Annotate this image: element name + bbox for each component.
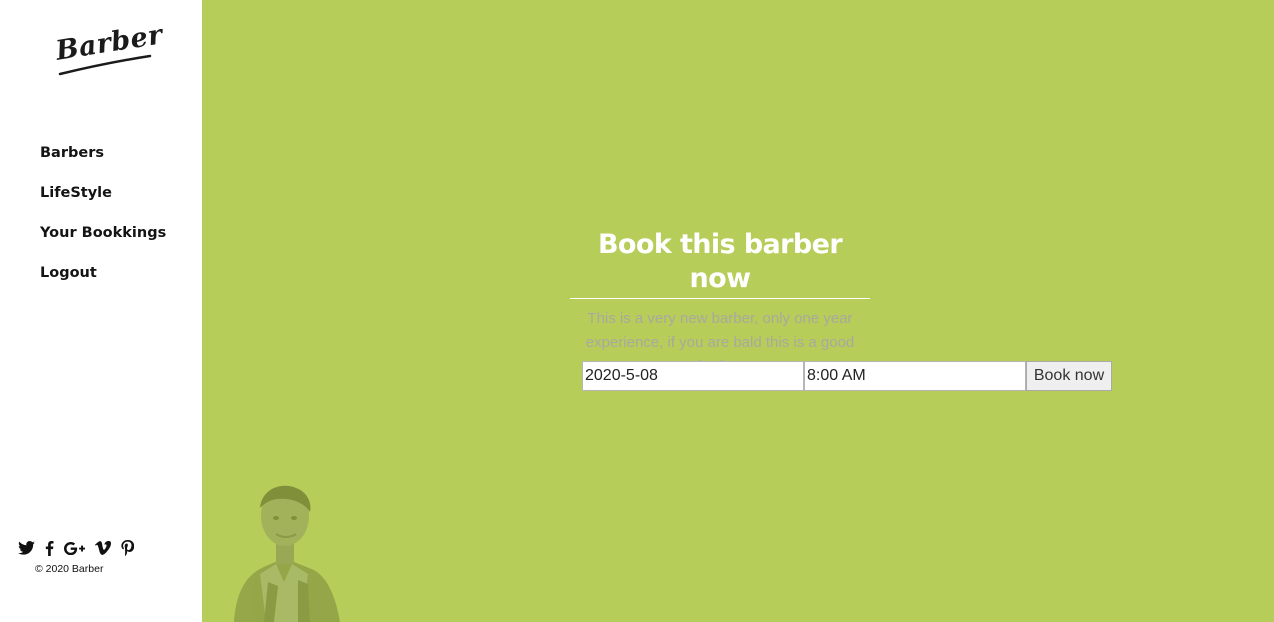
book-now-button[interactable]: Book now: [1026, 361, 1112, 391]
twitter-icon[interactable]: [18, 538, 35, 558]
sidebar-item-logout: Logout: [40, 262, 166, 302]
social-links: [18, 538, 134, 558]
copyright-text: © 2020 Barber: [35, 563, 104, 575]
nav-link-lifestyle[interactable]: LifeStyle: [40, 182, 112, 204]
sidebar-item-barbers: Barbers: [40, 142, 166, 182]
nav-link-barbers[interactable]: Barbers: [40, 142, 104, 164]
barber-logo[interactable]: Barber: [54, 19, 165, 80]
sidebar-item-your-bookings: Your Bookkings: [40, 222, 166, 262]
booking-form: Book now: [582, 361, 1112, 391]
nav-link-logout[interactable]: Logout: [40, 262, 97, 284]
time-input[interactable]: [804, 361, 1026, 391]
sidebar: Barber Barbers LifeStyle Your Bookkings …: [0, 0, 202, 622]
facebook-icon[interactable]: [45, 538, 54, 558]
date-input[interactable]: [582, 361, 804, 391]
sidebar-nav: Barbers LifeStyle Your Bookkings Logout: [40, 142, 166, 302]
booking-panel: Book this barber now This is a very new …: [570, 228, 870, 379]
booking-title: Book this barber now: [570, 228, 870, 299]
nav-link-your-bookings[interactable]: Your Bookkings: [40, 222, 166, 244]
main-content: Book this barber now This is a very new …: [202, 0, 1274, 622]
pinterest-icon[interactable]: [121, 538, 134, 558]
google-plus-icon[interactable]: [64, 538, 85, 558]
sidebar-item-lifestyle: LifeStyle: [40, 182, 166, 222]
vimeo-icon[interactable]: [95, 538, 111, 558]
barber-photo: [234, 485, 340, 622]
